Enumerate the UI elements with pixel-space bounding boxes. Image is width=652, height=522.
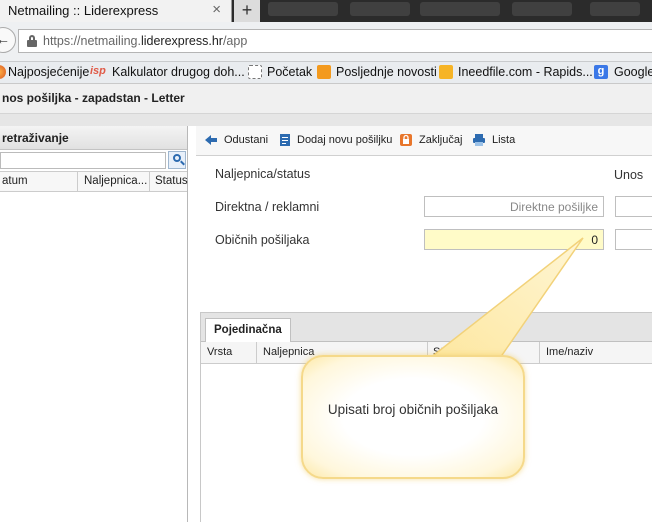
firefox-icon <box>0 65 6 79</box>
blurred-tab <box>590 2 640 16</box>
bookmark-najposjecenije[interactable]: Najposjećenije <box>8 65 89 79</box>
search-button[interactable] <box>168 151 186 169</box>
toolbar: Odustani Dodaj novu pošiljku Zaključaj L… <box>196 126 652 156</box>
browser-tab[interactable]: Netmailing :: Liderexpress × <box>0 0 232 22</box>
close-tab-icon[interactable]: × <box>212 1 221 18</box>
hint-callout: Upisati broj običnih pošiljaka <box>301 355 525 479</box>
bookmark-google[interactable]: Google <box>614 65 652 79</box>
search-input[interactable] <box>0 152 166 169</box>
blurred-tab <box>512 2 572 16</box>
arrow-left-icon <box>205 135 217 145</box>
bookmark-kalkulator[interactable]: Kalkulator drugog doh... <box>112 65 245 79</box>
new-tab-button[interactable]: + <box>234 0 260 22</box>
google-icon: g <box>594 65 608 79</box>
odustani-button[interactable]: Odustani <box>224 134 268 146</box>
direct-shipments-field[interactable]: Direktne pošiljke <box>424 196 604 217</box>
unos-label: Unos <box>614 168 644 182</box>
bookmarks-bar: Najposjećenije isp Kalkulator drugog doh… <box>0 62 652 84</box>
url-text: https://netmailing.liderexpress.hr/app <box>43 34 248 48</box>
mail-icon <box>439 65 453 79</box>
add-shipment-button[interactable]: Dodaj novu pošiljku <box>297 134 392 146</box>
blurred-tab <box>350 2 410 16</box>
page-title: nos pošiljka - zapadstan - Letter <box>0 84 652 114</box>
back-button[interactable]: ← <box>0 27 16 53</box>
search-panel: retraživanje atum Naljepnica... Status <box>0 126 188 522</box>
document-icon <box>280 134 290 146</box>
list-button[interactable]: Lista <box>492 134 515 146</box>
bookmark-ineedfile[interactable]: Ineedfile.com - Rapids... <box>458 65 593 79</box>
lock-icon <box>400 134 412 146</box>
isp-icon: isp <box>90 65 106 77</box>
lock-icon <box>27 35 37 47</box>
column-status[interactable]: Status <box>155 175 188 187</box>
back-arrow-icon: ← <box>0 31 10 47</box>
navigation-bar: ← https://netmailing.liderexpress.hr/app <box>0 22 652 62</box>
browser-tab-bar: Netmailing :: Liderexpress × + <box>0 0 652 22</box>
grid-tabstrip: Pojedinačna <box>201 313 652 342</box>
bookmark-pocetak[interactable]: Početak <box>267 65 312 79</box>
column-naljepnica[interactable]: Naljepnica... <box>84 175 147 187</box>
regular-label: Običnih pošiljaka <box>215 233 310 247</box>
column-ime-naziv[interactable]: Ime/naziv <box>546 346 593 358</box>
bookmark-posljednje-novosti[interactable]: Posljednje novosti <box>336 65 437 79</box>
direct-label: Direktna / reklamni <box>215 200 320 214</box>
column-vrsta[interactable]: Vrsta <box>207 346 232 358</box>
browser-tab-title: Netmailing :: Liderexpress <box>8 3 159 18</box>
blurred-tab <box>268 2 338 16</box>
address-bar[interactable]: https://netmailing.liderexpress.hr/app <box>18 29 652 53</box>
page-icon <box>248 65 262 79</box>
regular-shipments-field[interactable]: 0 <box>424 229 604 250</box>
direct-unos-field[interactable] <box>615 196 652 217</box>
search-row <box>0 150 187 172</box>
hint-callout-text: Upisati broj običnih pošiljaka <box>327 402 499 417</box>
column-naljepnica[interactable]: Naljepnica <box>263 346 314 358</box>
print-icon <box>473 134 485 146</box>
search-panel-title: retraživanje <box>0 126 187 150</box>
column-datum[interactable]: atum <box>2 175 28 187</box>
status-label: Naljepnica/status <box>215 167 311 181</box>
tab-pojedinacna[interactable]: Pojedinačna <box>205 318 291 342</box>
lock-button[interactable]: Zaključaj <box>419 134 462 146</box>
search-results-header: atum Naljepnica... Status <box>0 172 188 192</box>
header-spacer <box>0 114 652 126</box>
regular-unos-field[interactable] <box>615 229 652 250</box>
rss-icon <box>317 65 331 79</box>
blurred-tab <box>420 2 500 16</box>
